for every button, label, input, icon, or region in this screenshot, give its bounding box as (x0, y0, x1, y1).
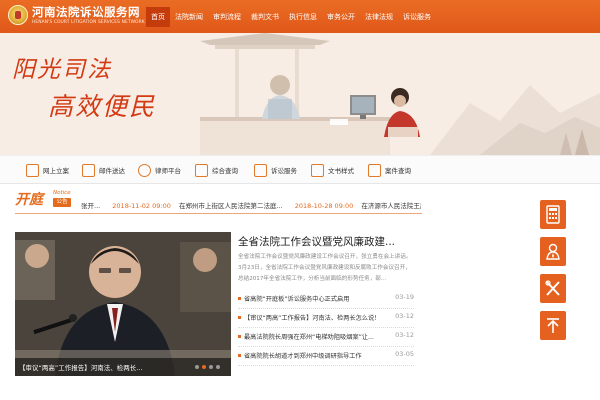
list-item[interactable]: 最高法院院长周强在郑州“电梯劝阻吸烟案”让... 03-12 (238, 328, 414, 347)
service-litigation[interactable]: 诉讼服务 (254, 162, 297, 178)
nav-laws[interactable]: 法律法规 (360, 7, 398, 27)
scales-icon (254, 163, 267, 177)
site-logo[interactable]: 河南法院诉讼服务网 HENAN'S COURT LITIGATION SERVI… (8, 3, 148, 31)
tools-button[interactable] (540, 274, 566, 303)
nav-judgments[interactable]: 裁判文书 (246, 7, 284, 27)
user-service-icon (546, 243, 560, 260)
main-nav: 首页 法院新闻 审判流程 裁判文书 执行信息 审务公开 法律法规 诉讼服务 (146, 7, 436, 27)
carousel-dot[interactable] (195, 365, 199, 369)
header-bar: 河南法院诉讼服务网 HENAN'S COURT LITIGATION SERVI… (0, 0, 600, 33)
slogan-line-2: 高效便民 (48, 92, 157, 121)
news-item-date: 03-12 (395, 331, 414, 339)
back-to-top-icon (547, 318, 559, 333)
page: 河南法院诉讼服务网 HENAN'S COURT LITIGATION SERVI… (0, 0, 600, 400)
book-icon (311, 163, 324, 177)
slogan-line-1: 阳光司法 (12, 57, 112, 83)
photo-caption-bar: 【审议“两高”工作报告】河南法、检两长... (15, 358, 231, 376)
bullet-icon (238, 297, 241, 300)
news-photo (15, 232, 231, 376)
list-item[interactable]: 【审议“两高”工作报告】河南法、检两长怎么说！ 03-12 (238, 309, 414, 328)
search-document-icon (195, 163, 208, 177)
service-label: 案件查询 (385, 167, 411, 175)
nav-litigation-services[interactable]: 诉讼服务 (398, 7, 436, 27)
notice-item-date: 2018-11-02 09:00 (112, 202, 171, 210)
carousel-dot[interactable] (209, 365, 213, 369)
service-label: 文书样式 (328, 167, 354, 175)
tools-icon (545, 280, 560, 296)
service-general-inquiry[interactable]: 综合查询 (195, 162, 238, 178)
mail-icon (82, 163, 95, 177)
service-label: 诉讼服务 (271, 167, 297, 175)
service-label: 律师平台 (155, 167, 181, 175)
notice-item-text[interactable]: 在郑州市上街区人民法院第二法庭... (179, 200, 283, 212)
photo-caption[interactable]: 【审议“两高”工作报告】河南法、检两长... (19, 362, 142, 372)
court-emblem-icon (8, 5, 28, 25)
bullet-icon (238, 316, 241, 319)
service-document-templates[interactable]: 文书样式 (311, 162, 354, 178)
notice-title-en: Notice (53, 190, 71, 196)
court-building-icon (368, 163, 381, 177)
news-item-title[interactable]: 省高院“开庭板”诉讼服务中心正式启用 (244, 294, 384, 303)
notice-divider (15, 213, 422, 214)
notice-item-text[interactable]: 张开... (81, 200, 100, 212)
court-notice: 开庭 Notice 公告 张开... 2018-11-02 09:00 在郑州市… (15, 189, 422, 215)
news-item-date: 03-12 (395, 312, 414, 320)
service-bar: 网上立案 邮件送达 律师平台 综合查询 诉讼服务 文书样式 案件查询 (0, 155, 600, 184)
logo-title: 河南法院诉讼服务网 (32, 5, 140, 19)
logo-subtitle: HENAN'S COURT LITIGATION SERVICES NETWOR… (32, 20, 145, 25)
news-headline[interactable]: 全省法院工作会议暨党风廉政建... (238, 234, 395, 249)
side-toolbar (540, 200, 567, 348)
calculator-button[interactable] (540, 200, 566, 229)
carousel-dot[interactable] (216, 365, 220, 369)
carousel-dots (195, 365, 223, 369)
lawyer-icon (138, 163, 151, 177)
service-lawyer-platform[interactable]: 律师平台 (138, 162, 181, 178)
carousel-dot-active[interactable] (202, 365, 206, 369)
customer-service-button[interactable] (540, 237, 566, 266)
notice-item-text[interactable]: 在济源市人民法院王屋一法... (361, 200, 421, 212)
news-item-date: 03-05 (395, 350, 414, 358)
notice-ticker: 张开... 2018-11-02 09:00 在郑州市上街区人民法院第二法庭..… (81, 200, 421, 212)
service-mail-delivery[interactable]: 邮件送达 (82, 162, 125, 178)
notice-title: 开庭 (15, 192, 43, 208)
list-item[interactable]: 省高院院长胡道才到郑州中级调研指导工作 03-05 (238, 347, 414, 366)
service-label: 网上立案 (43, 167, 69, 175)
news-item-title[interactable]: 省高院院长胡道才到郑州中级调研指导工作 (244, 351, 384, 360)
list-item[interactable]: 省高院“开庭板”诉讼服务中心正式启用 03-19 (238, 290, 414, 309)
service-online-filing[interactable]: 网上立案 (26, 162, 69, 178)
news-item-title[interactable]: 【审议“两高”工作报告】河南法、检两长怎么说！ (244, 313, 384, 322)
news-item-title[interactable]: 最高法院院长周强在郑州“电梯劝阻吸烟案”让... (244, 332, 384, 341)
news-summary: 全省法院工作会议暨党风廉政建设工作会议召开，张立勇在会上讲话。3月23日，全省法… (238, 254, 412, 282)
service-label: 综合查询 (212, 167, 238, 175)
service-label: 邮件送达 (99, 167, 125, 175)
hero-banner[interactable]: 阳光司法 高效便民 (0, 33, 600, 155)
bullet-icon (238, 335, 241, 338)
nav-court-affairs[interactable]: 审务公开 (322, 7, 360, 27)
nav-court-news[interactable]: 法院新闻 (170, 7, 208, 27)
calculator-icon (546, 205, 560, 224)
nav-trial-process[interactable]: 审判流程 (208, 7, 246, 27)
bullet-icon (238, 354, 241, 357)
notice-item-date: 2018-10-28 09:00 (294, 202, 354, 210)
service-case-search[interactable]: 案件查询 (368, 162, 411, 178)
back-to-top-button[interactable] (540, 311, 566, 340)
news-list: 省高院“开庭板”诉讼服务中心正式启用 03-19 【审议“两高”工作报告】河南法… (238, 290, 414, 366)
news-item-date: 03-19 (395, 293, 414, 301)
notice-badge: 公告 (53, 198, 71, 207)
nav-enforcement[interactable]: 执行信息 (284, 7, 322, 27)
news-photo-carousel[interactable]: 【审议“两高”工作报告】河南法、检两长... (15, 232, 231, 376)
file-upload-icon (26, 163, 39, 177)
nav-home[interactable]: 首页 (146, 7, 170, 27)
